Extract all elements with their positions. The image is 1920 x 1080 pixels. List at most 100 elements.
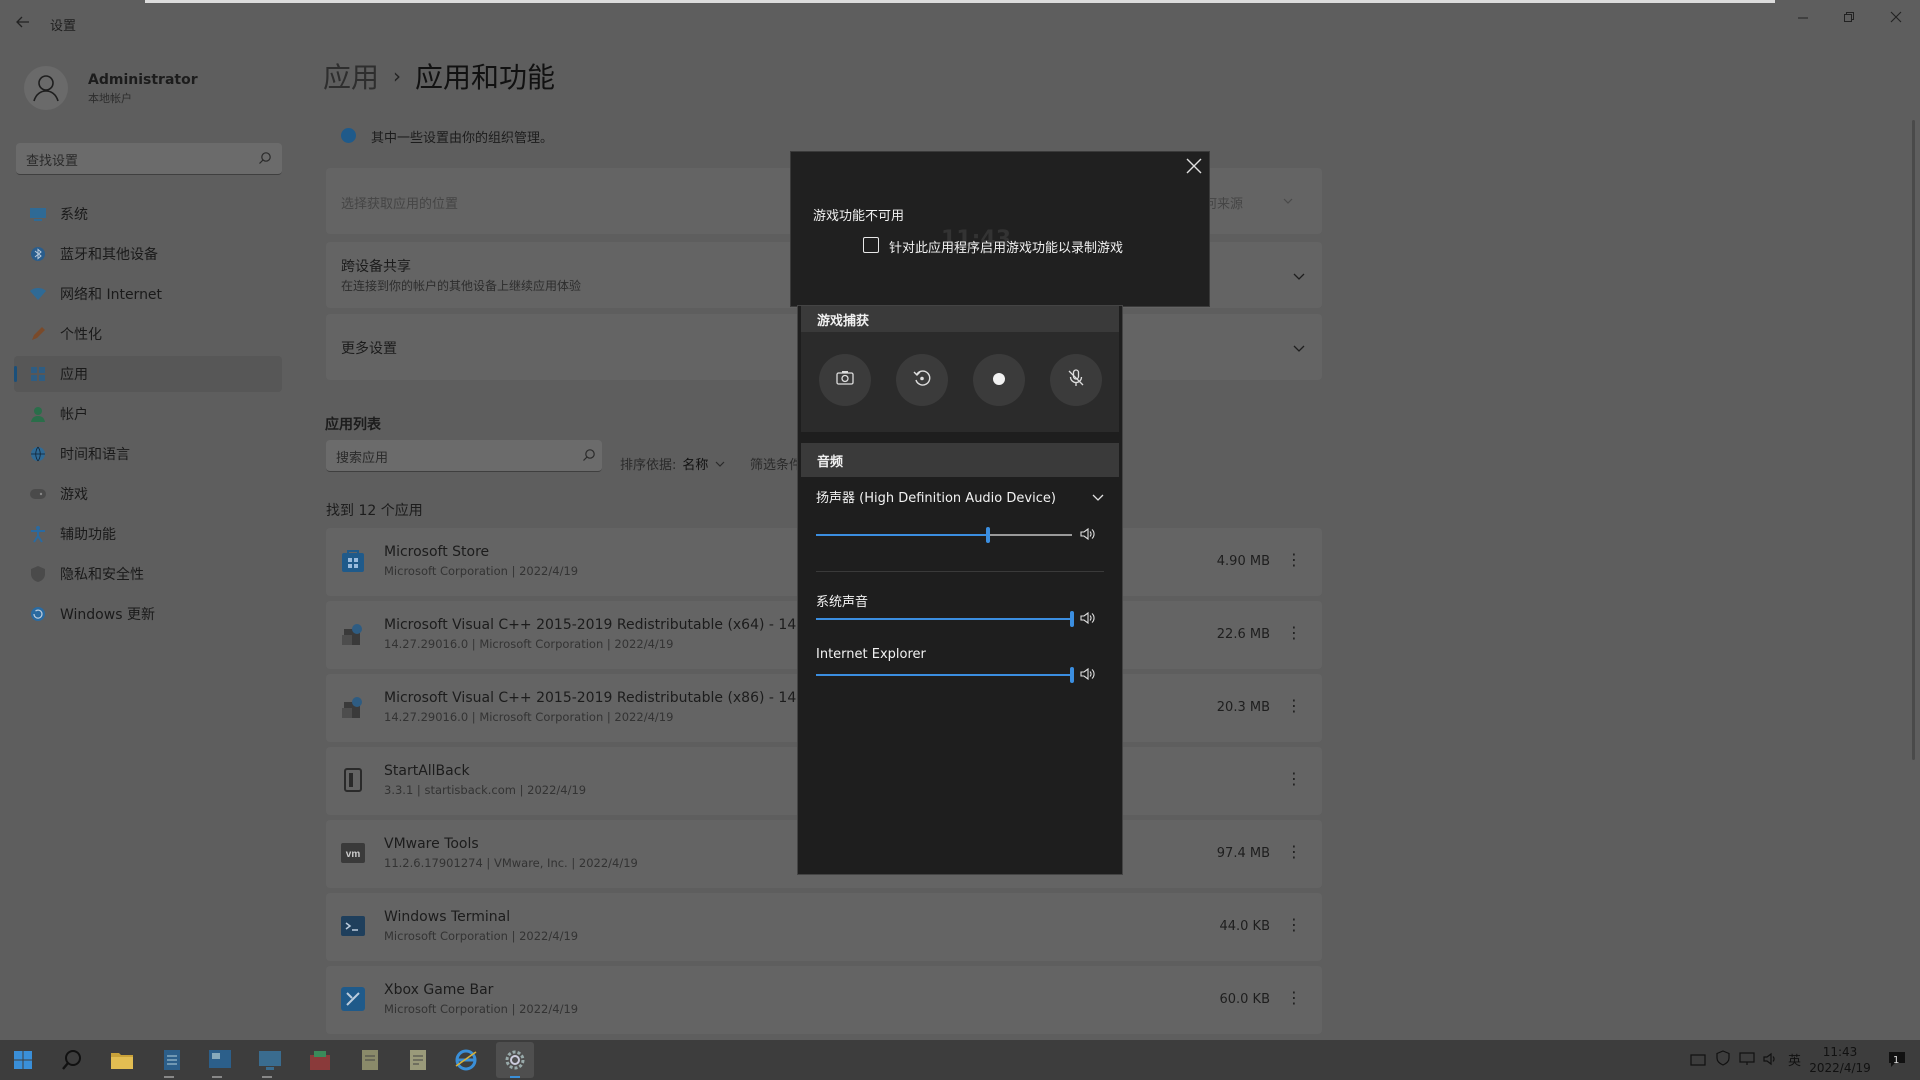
filter-label: 筛选条件 — [750, 458, 803, 473]
scrollbar[interactable] — [1912, 120, 1915, 760]
volume-icon[interactable] — [1080, 526, 1096, 545]
sidebar-item-label: 蓝牙和其他设备 — [60, 247, 158, 263]
sidebar-item-bluetooth[interactable]: 蓝牙和其他设备 — [14, 236, 282, 272]
minimize-button[interactable] — [1797, 8, 1809, 20]
sidebar-item-personalization[interactable]: 个性化 — [14, 316, 282, 352]
back-arrow-icon[interactable] — [16, 14, 30, 33]
search-icon — [258, 150, 272, 169]
page-title: 应用和功能 — [415, 61, 556, 94]
sidebar-item-time-language[interactable]: 时间和语言 — [14, 436, 282, 472]
sidebar-item-privacy[interactable]: 隐私和安全性 — [14, 556, 282, 592]
remote-desktop-icon[interactable] — [256, 1046, 284, 1074]
taskbar — [0, 1040, 1920, 1080]
volume-icon[interactable] — [1080, 666, 1096, 685]
info-icon — [341, 128, 356, 143]
app-size: 97.4 MB — [1216, 846, 1270, 861]
ie-icon[interactable] — [452, 1046, 480, 1074]
control-panel-icon[interactable] — [206, 1046, 234, 1074]
more-options-icon[interactable]: ⋮ — [1286, 623, 1302, 642]
start-icon[interactable] — [9, 1046, 37, 1074]
slider-thumb[interactable] — [986, 527, 990, 543]
speaker-icon[interactable] — [1763, 1051, 1779, 1070]
file-explorer-icon[interactable] — [108, 1046, 136, 1074]
screenshot-button[interactable] — [819, 354, 871, 406]
app-search-input[interactable]: 搜索应用 — [326, 440, 602, 472]
restore-button[interactable] — [1843, 8, 1855, 27]
mic-toggle-button[interactable] — [1050, 354, 1102, 406]
clock[interactable]: 11:43 2022/4/19 — [1808, 1044, 1872, 1076]
package-icon[interactable] — [306, 1046, 334, 1074]
chevron-down-icon[interactable] — [1091, 489, 1105, 508]
sidebar-item-label: 辅助功能 — [60, 527, 116, 543]
start-recording-button[interactable] — [973, 354, 1025, 406]
notepad-icon[interactable] — [158, 1046, 186, 1074]
notes-icon[interactable] — [404, 1046, 432, 1074]
network-tray-icon[interactable] — [1739, 1051, 1755, 1070]
active-indicator — [14, 366, 17, 382]
sidebar-item-windows-update[interactable]: Windows 更新 — [14, 596, 282, 632]
sidebar-item-gaming[interactable]: 游戏 — [14, 476, 282, 512]
list-item[interactable]: Windows Terminal Microsoft Corporation |… — [326, 893, 1322, 961]
divider — [816, 571, 1104, 572]
app-meta: 11.2.6.17901274 | VMware, Inc. | 2022/4/… — [384, 856, 638, 870]
sidebar-search-placeholder: 查找设置 — [26, 154, 79, 169]
search-icon[interactable] — [58, 1046, 86, 1074]
avatar[interactable] — [24, 66, 68, 110]
slider-thumb[interactable] — [1070, 611, 1074, 627]
more-options-icon[interactable]: ⋮ — [1286, 988, 1302, 1007]
mic-muted-icon — [1067, 369, 1085, 391]
audio-device-label[interactable]: 扬声器 (High Definition Audio Device) — [816, 487, 1056, 506]
close-button[interactable] — [1890, 8, 1902, 27]
more-options-icon[interactable]: ⋮ — [1286, 842, 1302, 861]
input-language[interactable]: 英 — [1788, 1050, 1801, 1069]
filter-dropdown[interactable]: 筛选条件 — [750, 454, 802, 473]
chevron-down-icon[interactable] — [1292, 268, 1306, 287]
sidebar-item-system[interactable]: 系统 — [14, 196, 282, 232]
app-meta: 14.27.29016.0 | Microsoft Corporation | … — [384, 710, 674, 724]
app-size: 44.0 KB — [1219, 919, 1270, 934]
record-last-button[interactable] — [896, 354, 948, 406]
more-options-icon[interactable]: ⋮ — [1286, 915, 1302, 934]
app-size: 20.3 MB — [1216, 700, 1270, 715]
settings-icon[interactable] — [501, 1046, 529, 1074]
enable-gaming-checkbox[interactable] — [863, 237, 879, 253]
sidebar-item-apps[interactable]: 应用 — [14, 356, 282, 392]
enable-gaming-label: 针对此应用程序启用游戏功能以录制游戏 — [889, 241, 1124, 256]
sort-dropdown[interactable]: 排序依据: 名称 — [620, 454, 726, 473]
more-settings-title: 更多设置 — [341, 341, 397, 357]
slider-fill — [816, 534, 988, 536]
notification-count: 1 — [1893, 1055, 1900, 1066]
volume-icon[interactable] — [1080, 610, 1096, 629]
app-name: Microsoft Visual C++ 2015-2019 Redistrib… — [384, 690, 868, 706]
terminal-icon — [340, 913, 366, 939]
slider-thumb[interactable] — [1070, 667, 1074, 683]
app-size: 4.90 MB — [1216, 554, 1270, 569]
sidebar-search-input[interactable]: 查找设置 — [16, 143, 282, 175]
app-meta: Microsoft Corporation | 2022/4/19 — [384, 1002, 579, 1016]
sidebar-item-accessibility[interactable]: 辅助功能 — [14, 516, 282, 552]
installer-icon — [340, 694, 366, 720]
internet-explorer-volume-slider[interactable] — [816, 667, 1074, 683]
sidebar-item-accounts[interactable]: 帐户 — [14, 396, 282, 432]
keyboard-icon[interactable] — [1690, 1052, 1706, 1071]
sidebar-item-network[interactable]: 网络和 Internet — [14, 276, 282, 312]
more-options-icon[interactable]: ⋮ — [1286, 696, 1302, 715]
sidebar-item-label: 个性化 — [60, 327, 102, 343]
system-sounds-volume-slider[interactable] — [816, 611, 1074, 627]
breadcrumb-separator: › — [393, 64, 402, 88]
system-icon — [28, 204, 48, 224]
more-options-icon[interactable]: ⋮ — [1286, 550, 1302, 569]
list-item[interactable]: Xbox Game Bar Microsoft Corporation | 20… — [326, 966, 1322, 1034]
chevron-down-icon[interactable] — [1292, 340, 1306, 359]
more-options-icon[interactable]: ⋮ — [1286, 769, 1302, 788]
game-bar-panel: 游戏捕获 音频 扬声器 (High Definition Audio Devic… — [797, 305, 1123, 875]
master-volume-slider[interactable] — [816, 527, 1072, 543]
chevron-down-icon — [1282, 192, 1294, 211]
search-icon — [582, 447, 596, 466]
breadcrumb-parent[interactable]: 应用 — [323, 56, 379, 96]
document-icon[interactable] — [356, 1046, 384, 1074]
close-icon[interactable] — [1185, 157, 1203, 179]
sidebar-item-label: 隐私和安全性 — [60, 567, 144, 583]
account-icon — [28, 404, 48, 424]
security-icon[interactable] — [1716, 1050, 1730, 1070]
